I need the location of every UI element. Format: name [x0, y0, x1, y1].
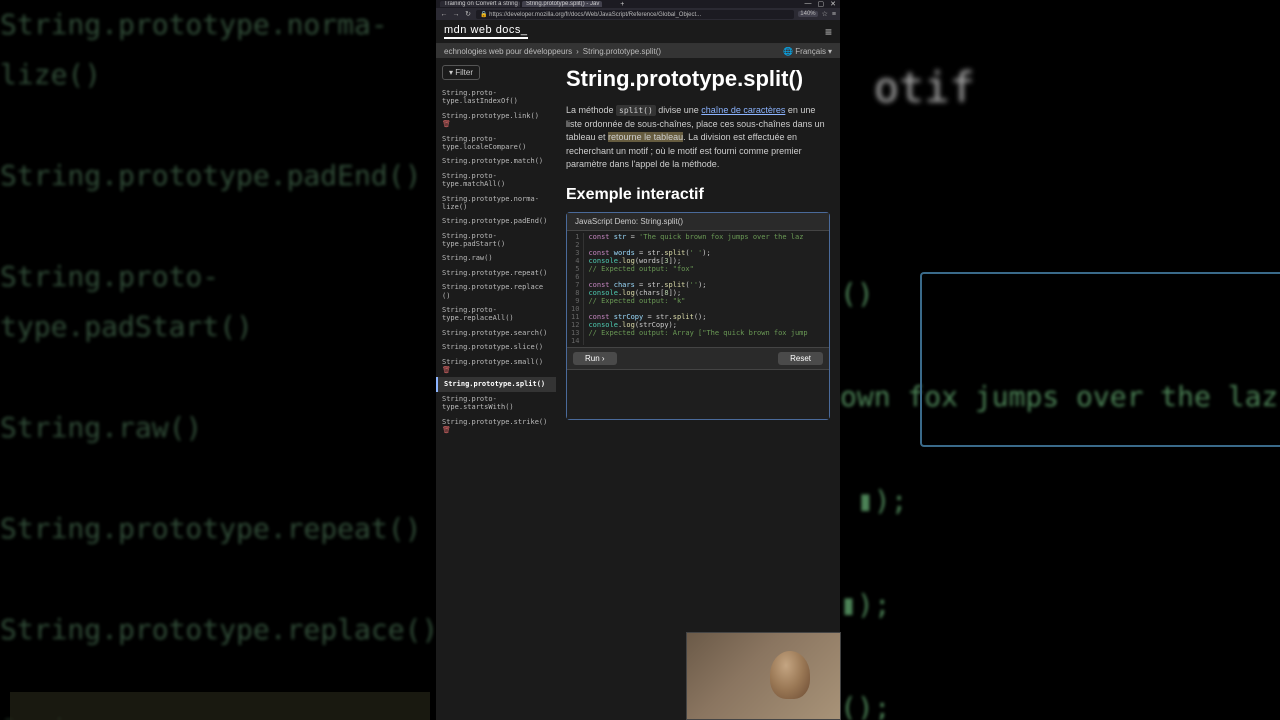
sidebar: String.proto-type.lastIndexOf()String.pr… [436, 84, 556, 439]
sidebar-item[interactable]: String.proto-type.lastIndexOf() [436, 86, 556, 109]
menu-icon[interactable]: ≡ [832, 11, 836, 18]
reset-button[interactable]: Reset [778, 352, 823, 365]
language-selector[interactable]: 🌐 Français ▾ [783, 47, 832, 56]
sidebar-item[interactable]: String.prototype.repeat() [436, 266, 556, 280]
window-minimize[interactable]: — [805, 0, 812, 8]
url-text: https://developer.mozilla.org/fr/docs/We… [489, 12, 701, 18]
browser-tabs: Training on Convert a string inString.pr… [440, 1, 620, 7]
sidebar-item[interactable]: String.prototype.split() [436, 377, 556, 391]
sidebar-item[interactable]: String.proto-type.startsWith() [436, 392, 556, 415]
run-button[interactable]: Run › [573, 352, 617, 365]
deprecated-icon: 🗑 [442, 366, 451, 374]
globe-icon: 🌐 [783, 47, 793, 56]
line-gutter: 1234567891011121314 [567, 233, 584, 345]
breadcrumbs: echnologies web pour développeurs › Stri… [444, 47, 661, 56]
sidebar-item[interactable]: String.prototype.padEnd() [436, 214, 556, 228]
background-highlight [10, 692, 430, 720]
mdn-header: mdn web docs_ ≡ [436, 20, 840, 44]
code-lines: const str = 'The quick brown fox jumps o… [584, 233, 807, 345]
section-heading: Exemple interactif [566, 186, 830, 204]
breadcrumb-item[interactable]: String.prototype.split() [583, 47, 661, 56]
link-string-type[interactable]: chaîne de caractères [701, 105, 785, 115]
window-controls: — ▢ ✕ [805, 0, 837, 8]
background-codebox-border [920, 272, 1280, 447]
filter-input[interactable]: ▾ Filter [442, 65, 480, 80]
breadcrumb-item[interactable]: echnologies web pour développeurs [444, 47, 572, 56]
inline-code: split() [616, 105, 656, 116]
sidebar-column: ▾ Filter String.proto-type.lastIndexOf()… [436, 58, 556, 720]
browser-tab[interactable]: String.prototype.split() - Jav [522, 1, 602, 7]
sidebar-item[interactable]: String.prototype.match() [436, 154, 556, 168]
interactive-demo: JavaScript Demo: String.split() 12345678… [566, 212, 830, 420]
sidebar-item[interactable]: String.proto-type.padStart() [436, 229, 556, 252]
content-row: ▾ Filter String.proto-type.lastIndexOf()… [436, 58, 840, 720]
zoom-level[interactable]: 140% [798, 11, 817, 17]
demo-controls: Run › Reset [567, 347, 829, 369]
browser-tab[interactable]: Training on Convert a string in [440, 1, 520, 7]
demo-header: JavaScript Demo: String.split() [567, 213, 829, 231]
new-tab-button[interactable]: + [620, 1, 624, 8]
sidebar-item[interactable]: String.prototype.strike() 🗑 [436, 415, 556, 438]
deprecated-icon: 🗑 [442, 120, 451, 128]
page-title: String.prototype.split() [566, 66, 830, 92]
highlighted-text: retourne le tableau [608, 132, 683, 142]
nav-reload-icon[interactable]: ↻ [464, 10, 472, 18]
demo-code-editor[interactable]: 1234567891011121314 const str = 'The qui… [567, 231, 829, 347]
sidebar-item[interactable]: String.prototype.search() [436, 326, 556, 340]
sidebar-item[interactable]: String.prototype.replace() [436, 280, 556, 303]
window-close[interactable]: ✕ [830, 0, 836, 8]
chevron-down-icon: ▾ [828, 47, 832, 56]
mdn-logo[interactable]: mdn web docs_ [444, 24, 528, 39]
sidebar-item[interactable]: String.proto-type.localeCompare() [436, 132, 556, 155]
hamburger-icon[interactable]: ≡ [825, 25, 832, 39]
nav-forward-icon[interactable]: → [452, 11, 460, 18]
webcam-overlay [686, 632, 841, 720]
sidebar-item[interactable]: String.prototype.norma-lize() [436, 192, 556, 215]
main-content: String.prototype.split() La méthode spli… [556, 58, 840, 720]
deprecated-icon: 🗑 [442, 426, 451, 434]
sidebar-item[interactable]: String.proto-type.replaceAll() [436, 303, 556, 326]
url-input[interactable]: 🔒 https://developer.mozilla.org/fr/docs/… [476, 10, 794, 19]
sidebar-item[interactable]: String.prototype.slice() [436, 340, 556, 354]
bg-title: otif [874, 63, 975, 112]
background-code-left: String.prototype.norma- lize() String.pr… [0, 0, 435, 720]
filter-bar: ▾ Filter [436, 58, 556, 84]
breadcrumb-bar: echnologies web pour développeurs › Stri… [436, 44, 840, 58]
lock-icon: 🔒 [480, 12, 487, 18]
nav-back-icon[interactable]: ← [440, 11, 448, 18]
sidebar-item[interactable]: String.prototype.small() 🗑 [436, 355, 556, 378]
sidebar-item[interactable]: String.prototype.link() 🗑 [436, 109, 556, 132]
browser-window: Training on Convert a string inString.pr… [436, 0, 840, 720]
sidebar-item[interactable]: String.raw() [436, 251, 556, 265]
bookmark-icon[interactable]: ☆ [822, 10, 828, 18]
demo-output [567, 369, 829, 419]
window-titlebar: Training on Convert a string inString.pr… [436, 0, 840, 8]
language-label: Français [795, 47, 826, 56]
method-description: La méthode split() divise une chaîne de … [566, 104, 830, 172]
window-maximize[interactable]: ▢ [818, 0, 825, 8]
sidebar-item[interactable]: String.proto-type.matchAll() [436, 169, 556, 192]
url-bar: ← → ↻ 🔒 https://developer.mozilla.org/fr… [436, 8, 840, 20]
breadcrumb-separator: › [576, 47, 579, 56]
